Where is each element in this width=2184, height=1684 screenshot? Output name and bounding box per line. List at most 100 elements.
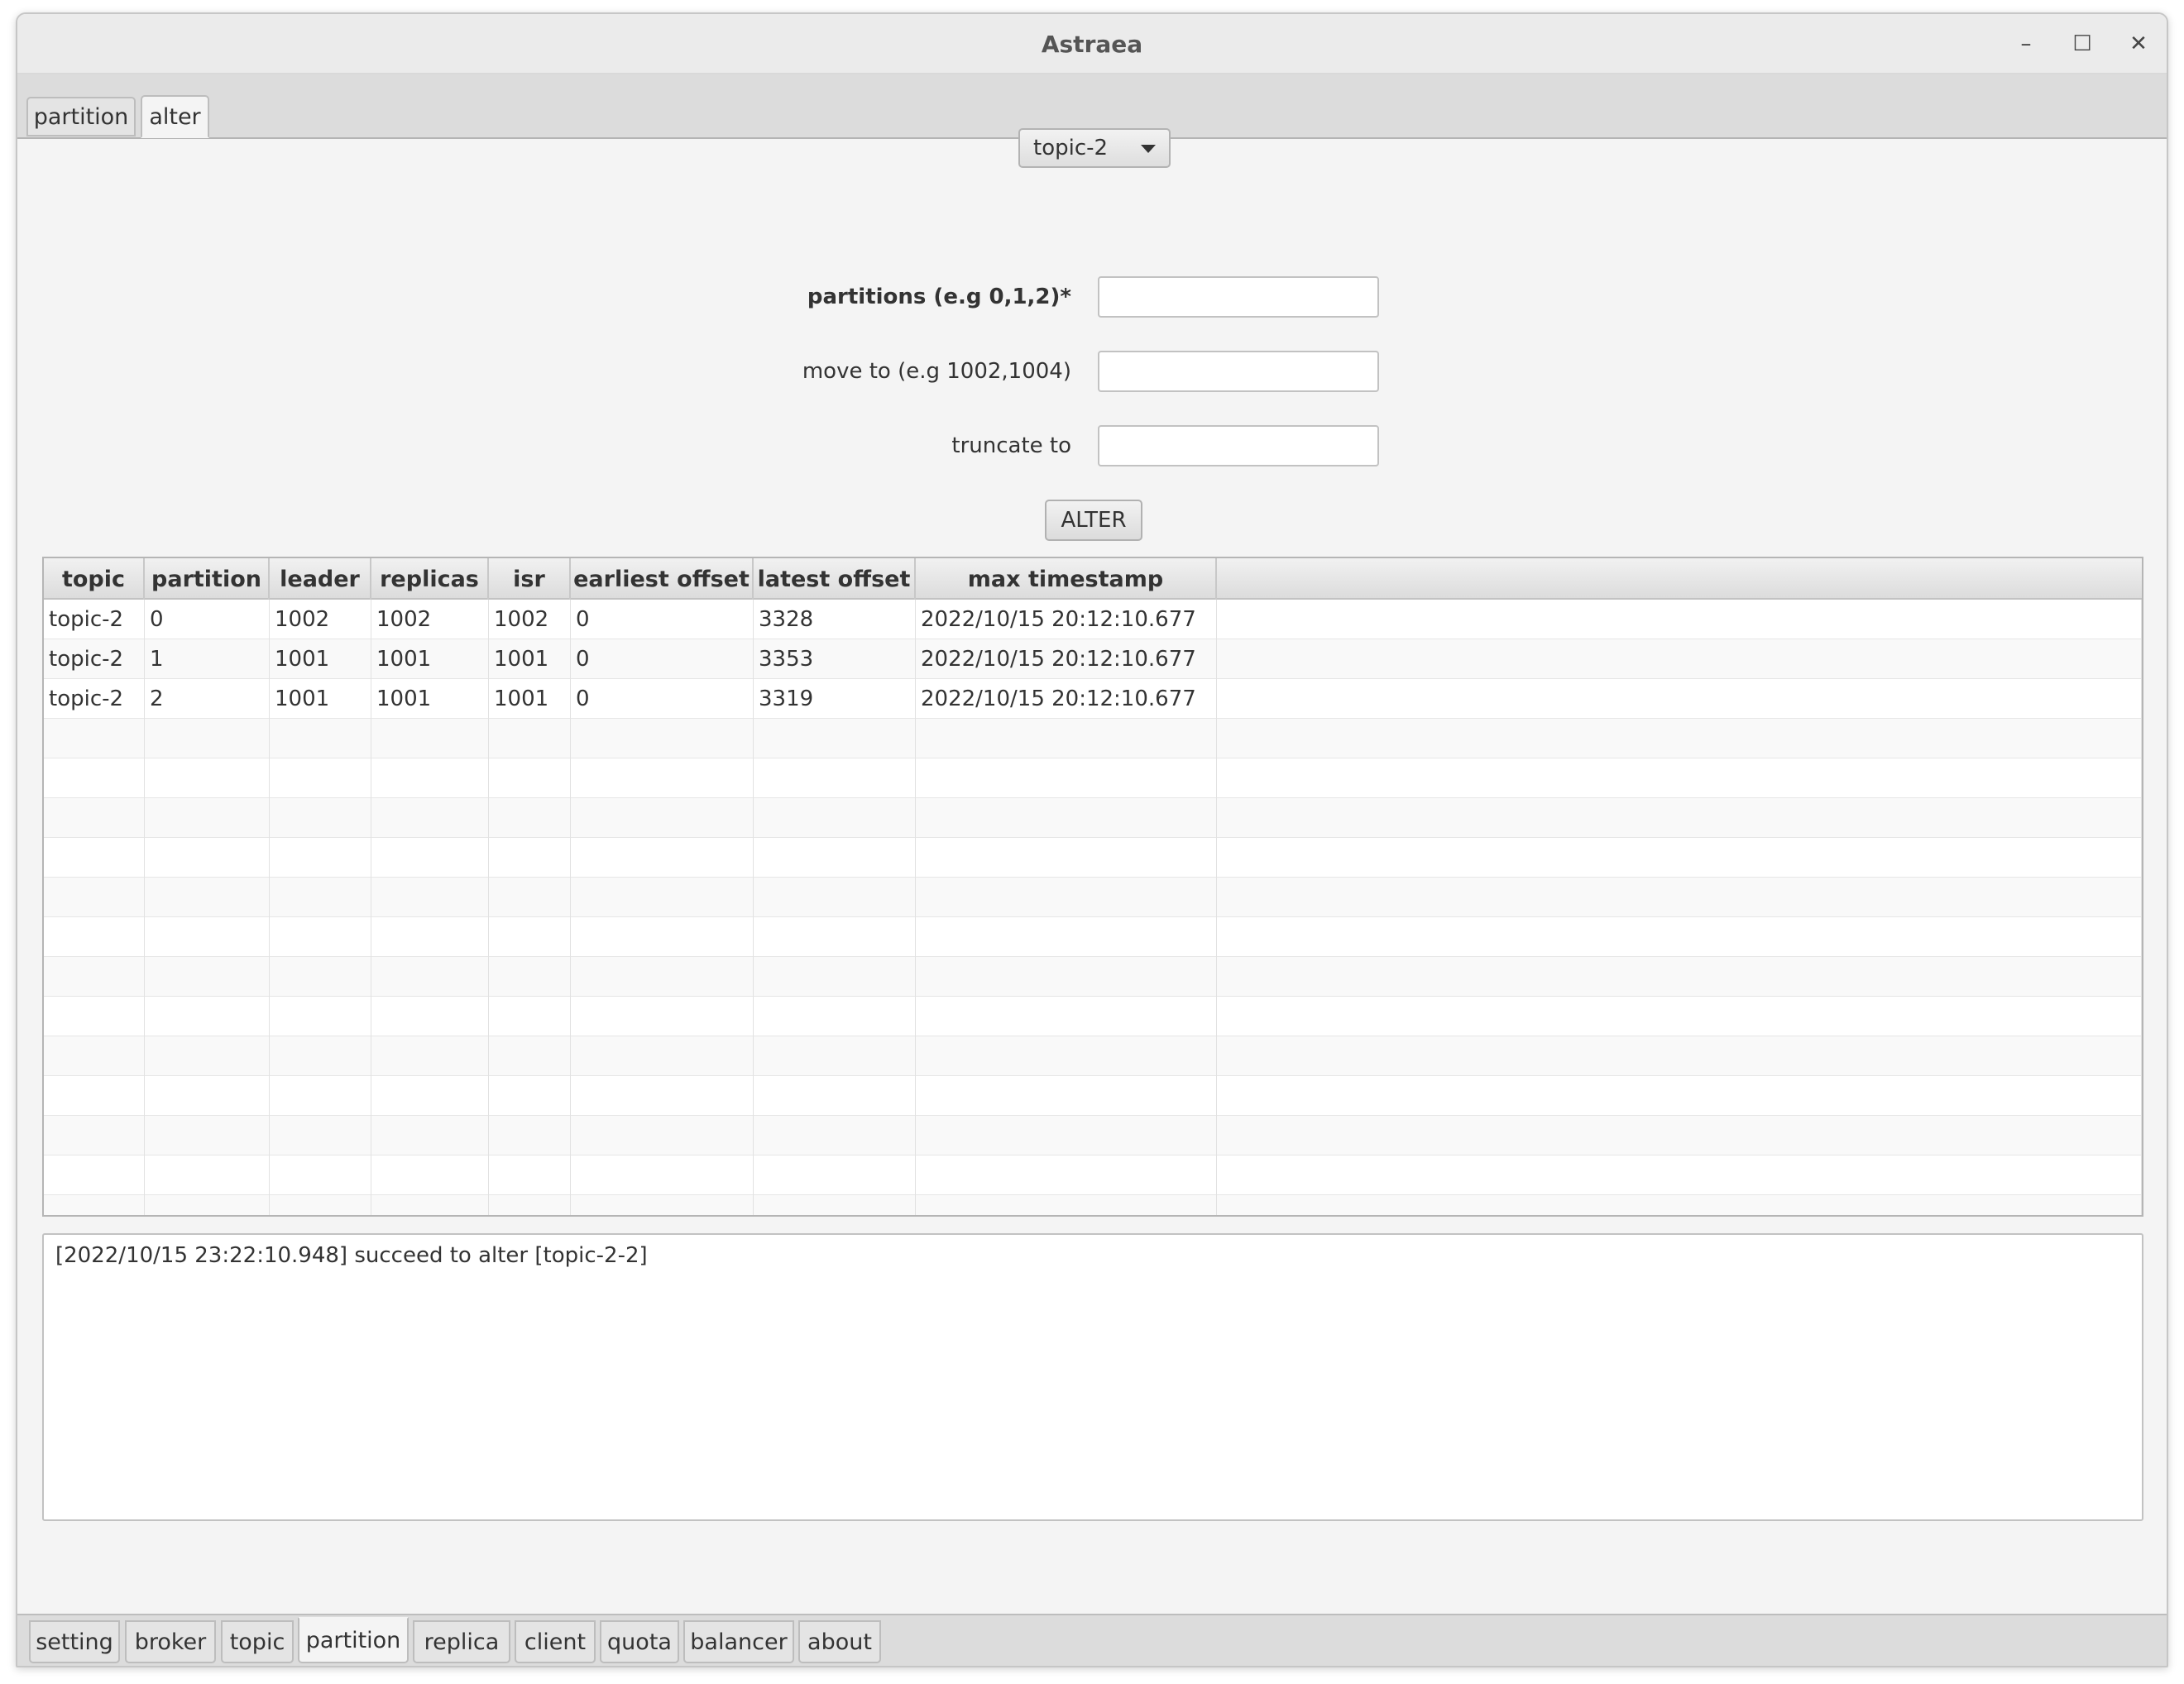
table-cell <box>371 838 489 878</box>
empty-table-row <box>44 1155 2142 1195</box>
tab-partition[interactable]: partition <box>26 97 136 136</box>
table-cell <box>371 997 489 1036</box>
tab-partition-bottom[interactable]: partition <box>298 1617 409 1663</box>
table-cell <box>270 957 371 997</box>
table-cell <box>489 957 571 997</box>
tab-setting[interactable]: setting <box>29 1620 120 1663</box>
column-header-latest-offset[interactable]: latest offset <box>754 558 916 600</box>
table-cell <box>1217 1076 2142 1116</box>
table-cell <box>571 758 754 798</box>
table-cell <box>571 997 754 1036</box>
table-cell <box>145 719 270 758</box>
table-cell <box>270 719 371 758</box>
table-cell: 0 <box>571 639 754 679</box>
truncate-to-input[interactable] <box>1098 425 1379 466</box>
table-cell <box>916 758 1217 798</box>
column-header-topic[interactable]: topic <box>44 558 145 600</box>
table-cell <box>44 758 145 798</box>
table-cell: 2022/10/15 20:12:10.677 <box>916 679 1217 719</box>
table-cell <box>371 1036 489 1076</box>
close-icon[interactable]: ✕ <box>2120 26 2157 62</box>
table-cell <box>571 878 754 917</box>
partitions-label: partitions (e.g 0,1,2)* <box>807 285 1071 309</box>
column-header-leader[interactable]: leader <box>270 558 371 600</box>
table-cell <box>1217 600 2142 639</box>
tab-client[interactable]: client <box>515 1620 596 1663</box>
table-cell <box>270 1155 371 1195</box>
table-cell <box>754 719 916 758</box>
table-cell <box>371 1155 489 1195</box>
table-cell <box>371 957 489 997</box>
table-cell <box>571 1116 754 1155</box>
move-to-input[interactable] <box>1098 351 1379 392</box>
empty-table-row <box>44 838 2142 878</box>
table-cell <box>1217 957 2142 997</box>
table-cell <box>489 798 571 838</box>
table-cell: 1002 <box>270 600 371 639</box>
tab-quota[interactable]: quota <box>600 1620 679 1663</box>
table-cell <box>371 798 489 838</box>
table-cell <box>270 1036 371 1076</box>
title-bar[interactable]: Astraea – ☐ ✕ <box>17 14 2167 74</box>
table-cell <box>145 758 270 798</box>
tab-balancer[interactable]: balancer <box>683 1620 794 1663</box>
table-cell <box>44 917 145 957</box>
table-cell <box>145 1155 270 1195</box>
table-cell <box>916 957 1217 997</box>
tab-alter[interactable]: alter <box>141 95 209 138</box>
tab-topic[interactable]: topic <box>221 1620 294 1663</box>
maximize-icon[interactable]: ☐ <box>2064 26 2100 62</box>
table-cell <box>571 1036 754 1076</box>
column-header-isr[interactable]: isr <box>489 558 571 600</box>
table-cell <box>489 997 571 1036</box>
log-output[interactable]: [2022/10/15 23:22:10.948] succeed to alt… <box>42 1233 2143 1521</box>
table-cell <box>571 957 754 997</box>
table-cell: 1001 <box>270 639 371 679</box>
table-cell <box>1217 917 2142 957</box>
table-cell <box>371 1076 489 1116</box>
table-cell <box>754 758 916 798</box>
window-title: Astraea <box>1041 31 1143 58</box>
empty-table-row <box>44 1116 2142 1155</box>
tab-broker[interactable]: broker <box>125 1620 216 1663</box>
column-header-earliest-offset[interactable]: earliest offset <box>571 558 754 600</box>
tab-replica[interactable]: replica <box>413 1620 510 1663</box>
table-cell <box>489 719 571 758</box>
table-row[interactable]: topic-2 1 1001 1001 1001 0 3353 2022/10/15 20:1… <box>44 639 2142 679</box>
table-cell <box>1217 1195 2142 1215</box>
empty-table-row <box>44 957 2142 997</box>
table-cell <box>44 878 145 917</box>
table-cell <box>44 1195 145 1215</box>
minimize-icon[interactable]: – <box>2008 26 2044 62</box>
table-cell <box>754 838 916 878</box>
table-row[interactable]: topic-2 0 1002 1002 1002 0 3328 2022/10/15 20:1… <box>44 600 2142 639</box>
table-cell <box>489 1076 571 1116</box>
alter-button[interactable]: ALTER <box>1045 500 1142 541</box>
table-cell <box>44 838 145 878</box>
table-cell <box>145 917 270 957</box>
table-cell <box>489 878 571 917</box>
column-header-replicas[interactable]: replicas <box>371 558 489 600</box>
table-cell <box>754 1076 916 1116</box>
topic-select[interactable]: topic-2 <box>1018 128 1171 168</box>
table-cell <box>916 1155 1217 1195</box>
partitions-input[interactable] <box>1098 276 1379 318</box>
column-header-max-timestamp[interactable]: max timestamp <box>916 558 1217 600</box>
bottom-tab-strip: setting broker topic partition replica c… <box>17 1614 2167 1666</box>
table-cell <box>571 1076 754 1116</box>
tab-about[interactable]: about <box>798 1620 881 1663</box>
table-cell <box>754 1036 916 1076</box>
table-cell <box>270 1116 371 1155</box>
table-row[interactable]: topic-2 2 1001 1001 1001 0 3319 2022/10/15 20:1… <box>44 679 2142 719</box>
column-header-partition[interactable]: partition <box>145 558 270 600</box>
table-cell: 0 <box>571 679 754 719</box>
table-cell <box>489 838 571 878</box>
empty-table-row <box>44 1076 2142 1116</box>
table-cell <box>916 878 1217 917</box>
chevron-down-icon <box>1141 145 1156 153</box>
table-cell <box>145 1036 270 1076</box>
table-cell <box>489 1116 571 1155</box>
empty-table-row <box>44 878 2142 917</box>
table-cell <box>44 1155 145 1195</box>
table-cell <box>571 719 754 758</box>
